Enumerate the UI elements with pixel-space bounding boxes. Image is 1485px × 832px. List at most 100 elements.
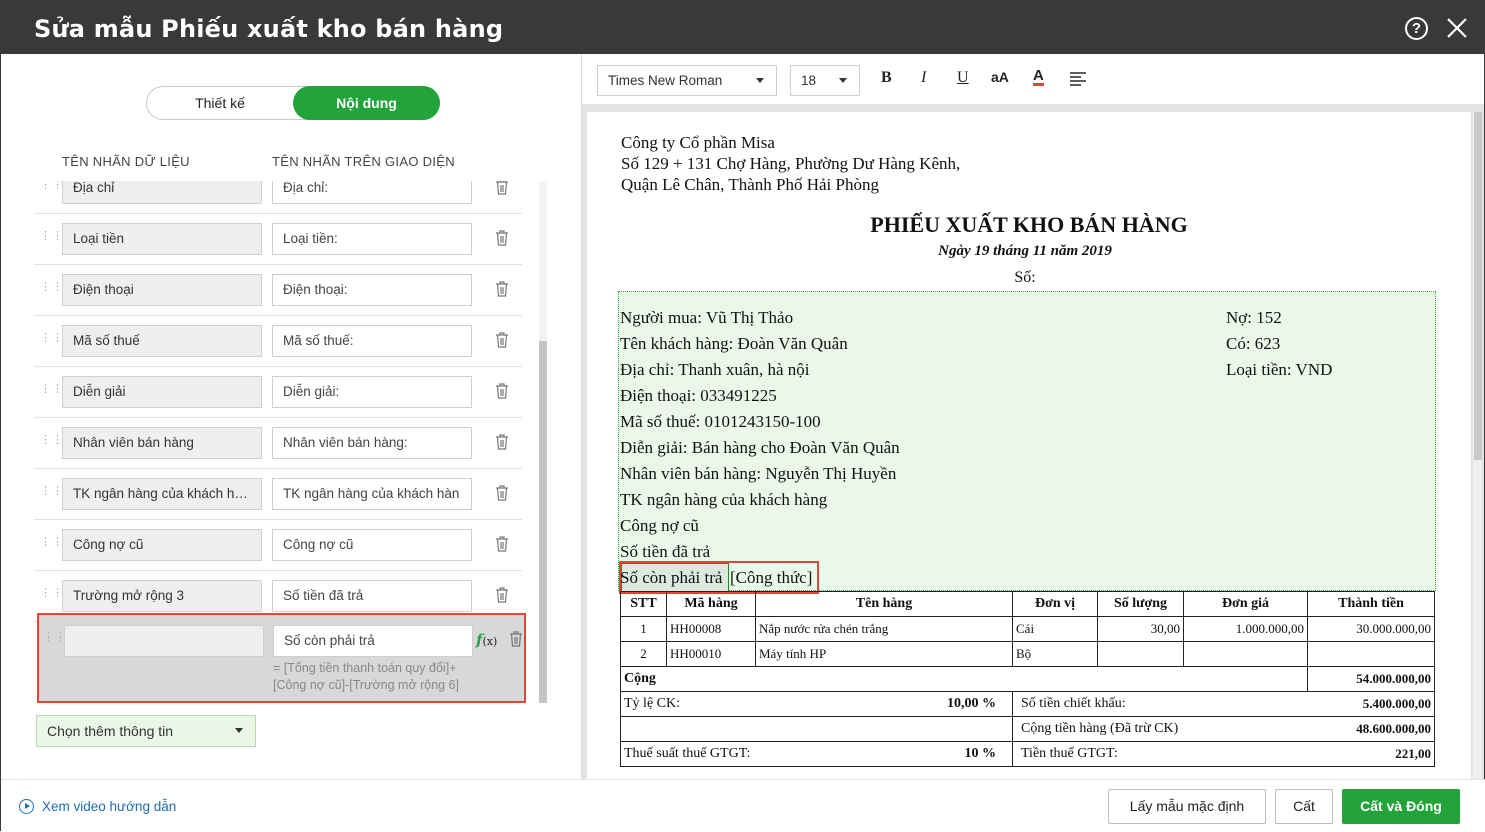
trash-icon[interactable]: [509, 631, 523, 647]
ui-label-input[interactable]: Số còn phải trả: [273, 625, 473, 657]
play-icon: [19, 799, 34, 814]
drag-handle-icon[interactable]: ⋮⋮: [40, 486, 63, 499]
formula-icon-arg: (x): [482, 635, 498, 648]
video-guide-label: Xem video hướng dẫn: [42, 799, 177, 814]
discount-row: Tỷ lệ CK: 10,00 % Số tiền chiết khấu: 5.…: [620, 691, 1435, 717]
scrollbar-thumb[interactable]: [539, 341, 547, 703]
formula-icon[interactable]: f(x): [476, 631, 497, 649]
document-preview: Công ty Cổ phần Misa Số 129 + 131 Chợ Hà…: [587, 112, 1471, 779]
chevron-down-icon: [235, 728, 243, 733]
trash-icon[interactable]: [495, 332, 509, 348]
items-table: STT Mã hàng Tên hàng Đơn vị Số lượng Đơn…: [620, 591, 1435, 767]
data-label-field[interactable]: TK ngân hàng của khách hà...: [62, 478, 262, 510]
table-row: 1 HH00008 Nắp nước rửa chén trắng Cái 30…: [620, 616, 1435, 642]
data-label-field[interactable]: Công nợ cũ: [62, 529, 262, 561]
add-info-dropdown[interactable]: Chọn thêm thông tin: [36, 715, 256, 747]
font-color-button[interactable]: A: [1033, 68, 1044, 86]
trash-icon[interactable]: [495, 281, 509, 297]
trash-icon[interactable]: [495, 181, 509, 195]
help-icon[interactable]: ?: [1405, 17, 1428, 40]
drag-handle-icon[interactable]: ⋮⋮: [40, 537, 63, 550]
drag-handle-icon[interactable]: ⋮⋮: [40, 181, 63, 193]
save-button[interactable]: Cất: [1275, 789, 1333, 824]
table-cell: 30,00: [1097, 616, 1184, 642]
table-header: Số lượng: [1097, 591, 1184, 617]
data-label-field[interactable]: Địa chỉ: [62, 181, 262, 204]
italic-button[interactable]: I: [921, 69, 926, 87]
data-label-field[interactable]: Nhân viên bán hàng: [62, 427, 262, 459]
preview-panel: Times New Roman 18 B I U aA A Công ty Cổ…: [581, 54, 1484, 779]
data-label-field[interactable]: [64, 625, 264, 657]
bold-button[interactable]: B: [881, 69, 892, 87]
currency: Loại tiền: VND: [1226, 360, 1333, 379]
text-case-button[interactable]: aA: [991, 69, 1009, 85]
data-label-field[interactable]: Trường mở rộng 3: [62, 580, 262, 612]
view-toggle: Thiết kế Nội dung: [146, 86, 440, 120]
close-icon[interactable]: [1444, 15, 1470, 41]
font-size-select[interactable]: 18: [790, 65, 860, 96]
drag-handle-icon[interactable]: ⋮⋮: [43, 632, 66, 645]
trash-icon[interactable]: [495, 230, 509, 246]
ui-label-input[interactable]: TK ngân hàng của khách hàn: [272, 478, 472, 510]
table-cell: Bộ: [1012, 641, 1098, 667]
field-row: ⋮⋮ Địa chỉ Địa chỉ:: [34, 181, 522, 214]
ui-label-input[interactable]: Loại tiền:: [272, 223, 472, 255]
font-size-value: 18: [801, 73, 817, 88]
drag-handle-icon[interactable]: ⋮⋮: [40, 333, 63, 346]
align-icon[interactable]: [1069, 72, 1087, 86]
vat-row: Thuế suất thuế GTGT: 10 % Tiền thuế GTGT…: [620, 741, 1435, 767]
total-label: Cộng: [620, 666, 1308, 692]
drag-handle-icon[interactable]: ⋮⋮: [40, 282, 63, 295]
underline-button[interactable]: U: [957, 69, 969, 87]
preview-scrollbar-thumb[interactable]: [1474, 112, 1482, 460]
add-info-label: Chọn thêm thông tin: [47, 723, 174, 739]
discount-rate-cell: Tỷ lệ CK: 10,00 %: [620, 691, 1013, 717]
default-template-button[interactable]: Lấy mẫu mặc định: [1108, 789, 1266, 824]
ui-label-input[interactable]: Diễn giải:: [272, 376, 472, 408]
save-close-button[interactable]: Cất và Đóng: [1342, 789, 1460, 824]
table-header: Đơn giá: [1183, 591, 1308, 617]
ui-label-input[interactable]: Điện thoại:: [272, 274, 472, 306]
field-row: ⋮⋮ Diễn giải Diễn giải:: [34, 367, 522, 418]
discount-rate-label: Tỷ lệ CK:: [624, 696, 680, 711]
ui-label-input[interactable]: Mã số thuế:: [272, 325, 472, 357]
trash-icon[interactable]: [495, 536, 509, 552]
tab-content[interactable]: Nội dung: [293, 86, 440, 120]
ui-label-input[interactable]: Nhân viên bán hàng:: [272, 427, 472, 459]
titlebar: Sửa mẫu Phiếu xuất kho bán hàng ?: [1, 1, 1485, 54]
doc-line: Địa chỉ: Thanh xuân, hà nội: [620, 360, 810, 379]
tab-design[interactable]: Thiết kế: [147, 87, 293, 119]
remaining-label[interactable]: Số còn phải trả: [620, 568, 722, 588]
drag-handle-icon[interactable]: ⋮⋮: [40, 231, 63, 244]
data-label-field[interactable]: Điện thoại: [62, 274, 262, 306]
trash-icon[interactable]: [495, 587, 509, 603]
selected-field-row: ⋮⋮ Số còn phải trả f(x) = [Tổng tiền tha…: [37, 613, 526, 703]
ui-label-input[interactable]: Số tiền đã trả: [272, 580, 472, 612]
field-row: ⋮⋮ Điện thoại Điện thoại:: [34, 265, 522, 316]
drag-handle-icon[interactable]: ⋮⋮: [40, 588, 63, 601]
field-row: ⋮⋮ Mã số thuế Mã số thuế:: [34, 316, 522, 367]
ui-label-input[interactable]: Công nợ cũ: [272, 529, 472, 561]
ui-label-input[interactable]: Địa chỉ:: [272, 181, 472, 204]
formula-text: = [Tổng tiền thanh toán quy đổi]+ [Công …: [273, 660, 459, 694]
data-label-field[interactable]: Mã số thuế: [62, 325, 262, 357]
table-header: Mã hàng: [666, 591, 756, 617]
font-family-select[interactable]: Times New Roman: [597, 65, 777, 96]
data-label-field[interactable]: Loại tiền: [62, 223, 262, 255]
doc-line: TK ngân hàng của khách hàng: [620, 490, 828, 509]
trash-icon[interactable]: [495, 383, 509, 399]
trash-icon[interactable]: [495, 434, 509, 450]
field-row: ⋮⋮ Nhân viên bán hàng Nhân viên bán hàng…: [34, 418, 522, 469]
table-cell: HH00010: [666, 641, 756, 667]
data-label-field[interactable]: Diễn giải: [62, 376, 262, 408]
trash-icon[interactable]: [495, 485, 509, 501]
remaining-formula[interactable]: [Công thức]: [730, 568, 812, 588]
video-guide-link[interactable]: Xem video hướng dẫn: [19, 799, 176, 814]
table-cell: 30.000.000,00: [1307, 616, 1435, 642]
formula-line: [Công nợ cũ]-[Trường mở rộng 6]: [273, 678, 460, 692]
doc-line: Mã số thuế: 0101243150-100: [620, 412, 821, 431]
drag-handle-icon[interactable]: ⋮⋮: [40, 435, 63, 448]
formula-line: = [Tổng tiền thanh toán quy đổi]+: [273, 661, 457, 675]
doc-line: Nhân viên bán hàng: Nguyễn Thị Huyền: [620, 464, 897, 483]
drag-handle-icon[interactable]: ⋮⋮: [40, 384, 63, 397]
